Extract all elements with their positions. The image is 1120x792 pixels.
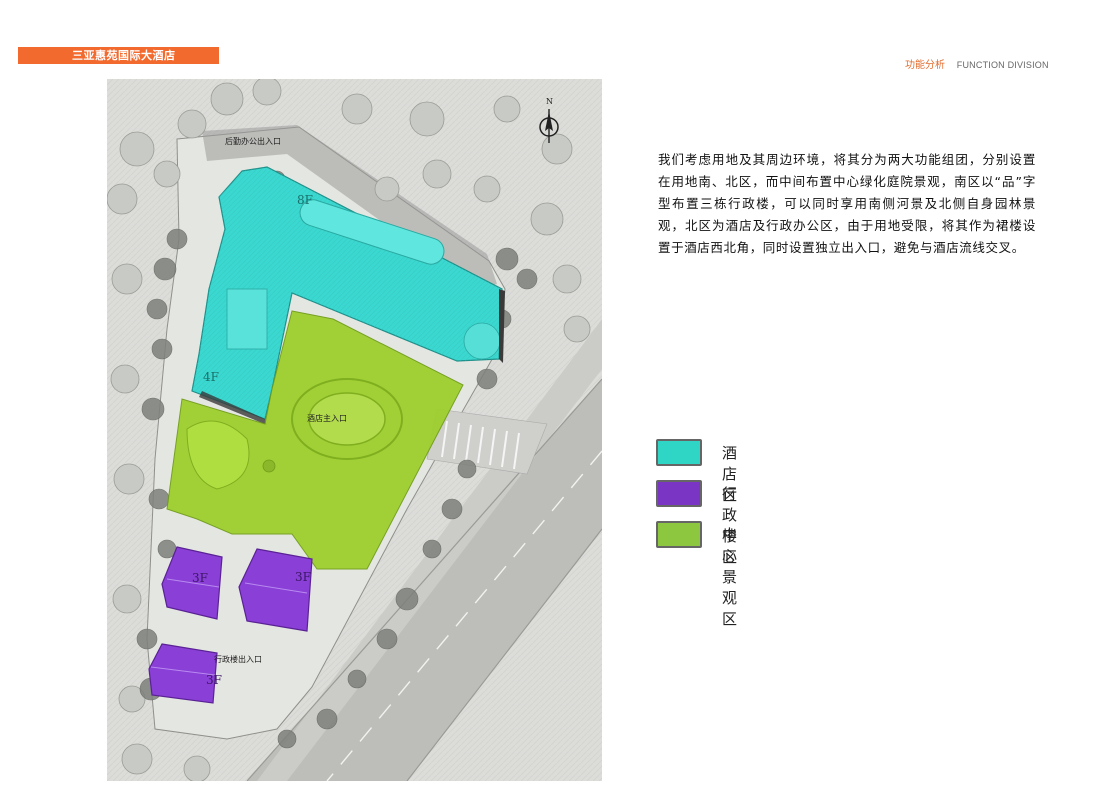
hotel-main-entrance-label: 酒店主入口 bbox=[307, 413, 347, 423]
project-title-bar: 三亚惠苑国际大酒店 bbox=[18, 47, 219, 64]
legend-swatch-admin bbox=[656, 480, 702, 507]
north-label: N bbox=[546, 97, 553, 106]
floor-label-hotel: 8F bbox=[297, 193, 313, 207]
floor-label-podium: 4F bbox=[203, 370, 219, 384]
floor-label-admin-3: 3F bbox=[206, 673, 222, 687]
service-entrance-label: 后勤办公出入口 bbox=[225, 136, 281, 146]
legend-swatch-hotel bbox=[656, 439, 702, 466]
site-plan-drawing: 后勤办公出入口 酒店主入口 行政楼出入口 8F 4F 3F 3F 3F N bbox=[107, 79, 602, 781]
project-title: 三亚惠苑国际大酒店 bbox=[72, 49, 176, 62]
section-header: 功能分析 FUNCTION DIVISION bbox=[905, 56, 1049, 71]
section-title-cn: 功能分析 bbox=[905, 60, 945, 71]
legend-swatch-landscape bbox=[656, 521, 702, 548]
site-plan: 后勤办公出入口 酒店主入口 行政楼出入口 8F 4F 3F 3F 3F N bbox=[107, 79, 602, 781]
floor-label-admin-2: 3F bbox=[295, 570, 311, 584]
section-title-en: FUNCTION DIVISION bbox=[956, 60, 1049, 70]
legend-label-landscape: 中心景观区 bbox=[722, 526, 739, 628]
floor-label-admin-1: 3F bbox=[192, 571, 208, 585]
description-text: 我们考虑用地及其周边环境，将其分为两大功能组团，分别设置在用地南、北区，而中间布… bbox=[658, 152, 1036, 255]
admin-entrance-label: 行政楼出入口 bbox=[214, 654, 262, 664]
